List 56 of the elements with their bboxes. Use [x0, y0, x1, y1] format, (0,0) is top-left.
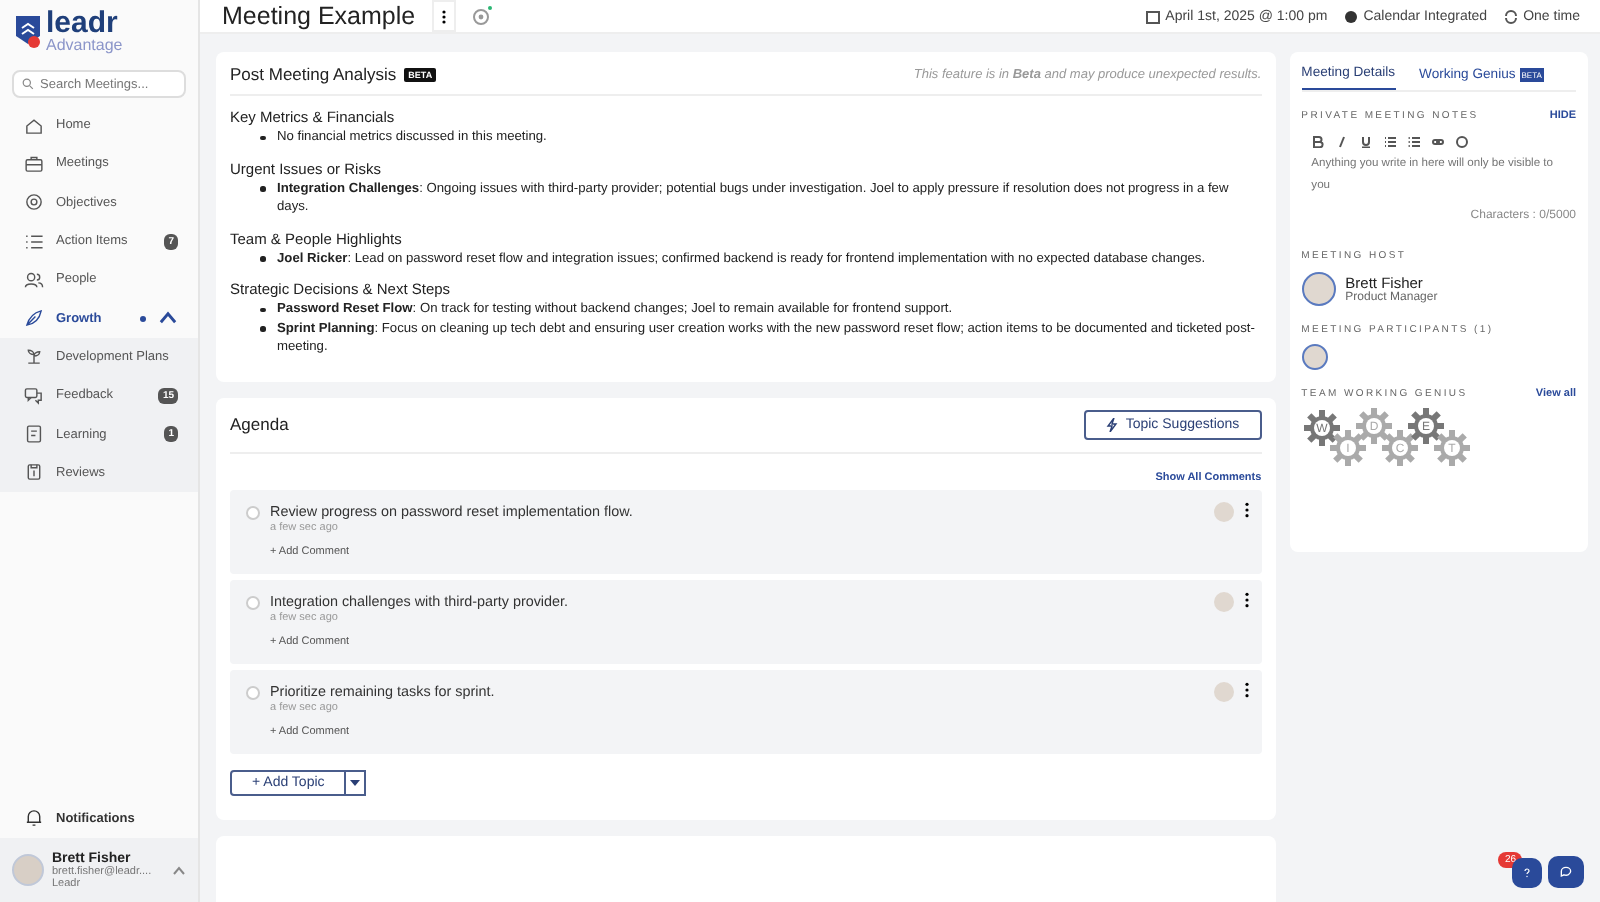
bullet-list-icon[interactable]	[1407, 136, 1420, 148]
calendar-icon	[1145, 9, 1160, 23]
topic-checkbox[interactable]	[246, 595, 260, 609]
help-button[interactable]	[1512, 858, 1542, 888]
kebab-icon	[441, 9, 446, 23]
kebab-icon[interactable]	[1243, 591, 1250, 607]
house-icon	[24, 115, 44, 136]
bullet-icon	[260, 186, 265, 191]
bullet-icon	[260, 135, 265, 140]
leaf-icon	[24, 308, 44, 329]
avatar	[1213, 591, 1234, 611]
bullet-icon	[260, 326, 265, 331]
avatar	[12, 854, 44, 886]
clipboard-icon	[24, 462, 44, 483]
sprout-icon	[24, 346, 44, 367]
avatar	[1301, 272, 1336, 306]
numbered-list-icon[interactable]	[1383, 136, 1396, 148]
kebab-icon[interactable]	[1243, 501, 1250, 517]
people-icon	[24, 269, 44, 290]
search-icon	[22, 78, 34, 90]
caret-icon	[350, 779, 361, 785]
logo-subtitle: Advantage	[46, 36, 123, 54]
chat-button[interactable]	[1548, 856, 1584, 888]
topic-checkbox[interactable]	[246, 505, 260, 519]
list-icon	[24, 231, 44, 252]
bell-icon	[24, 808, 44, 829]
repeat-icon	[1503, 9, 1518, 23]
book-icon	[24, 424, 44, 445]
page-title: Meeting Example	[222, 2, 416, 30]
bullet-icon	[260, 307, 265, 312]
topic-checkbox[interactable]	[246, 685, 260, 699]
chevron-icon[interactable]	[158, 308, 178, 329]
chat-bubble-icon	[1560, 864, 1572, 880]
card-title: Agenda	[230, 414, 289, 434]
lightning-icon	[1105, 417, 1118, 431]
chat-bubbles-icon	[24, 385, 44, 406]
kebab-icon[interactable]	[1243, 681, 1250, 697]
bullet-icon	[260, 256, 265, 261]
link-icon[interactable]	[1431, 136, 1444, 148]
info-icon	[1343, 9, 1358, 23]
recording-icon[interactable]	[471, 6, 492, 26]
shield-logo-icon	[16, 16, 40, 48]
more-button[interactable]	[431, 0, 456, 32]
avatar	[1301, 344, 1328, 370]
underline-icon[interactable]	[1359, 136, 1372, 148]
dropdown-button[interactable]	[346, 769, 367, 795]
status-dot	[140, 315, 146, 322]
avatar	[1213, 681, 1234, 701]
bold-icon[interactable]	[1311, 136, 1324, 148]
target-icon	[24, 192, 44, 213]
briefcase-icon	[24, 153, 44, 174]
logo-wordmark: leadr	[46, 10, 118, 36]
card-title: Post Meeting Analysis	[230, 64, 397, 84]
italic-icon[interactable]	[1335, 136, 1348, 148]
emoji-icon[interactable]	[1455, 136, 1468, 148]
avatar	[1213, 501, 1234, 521]
